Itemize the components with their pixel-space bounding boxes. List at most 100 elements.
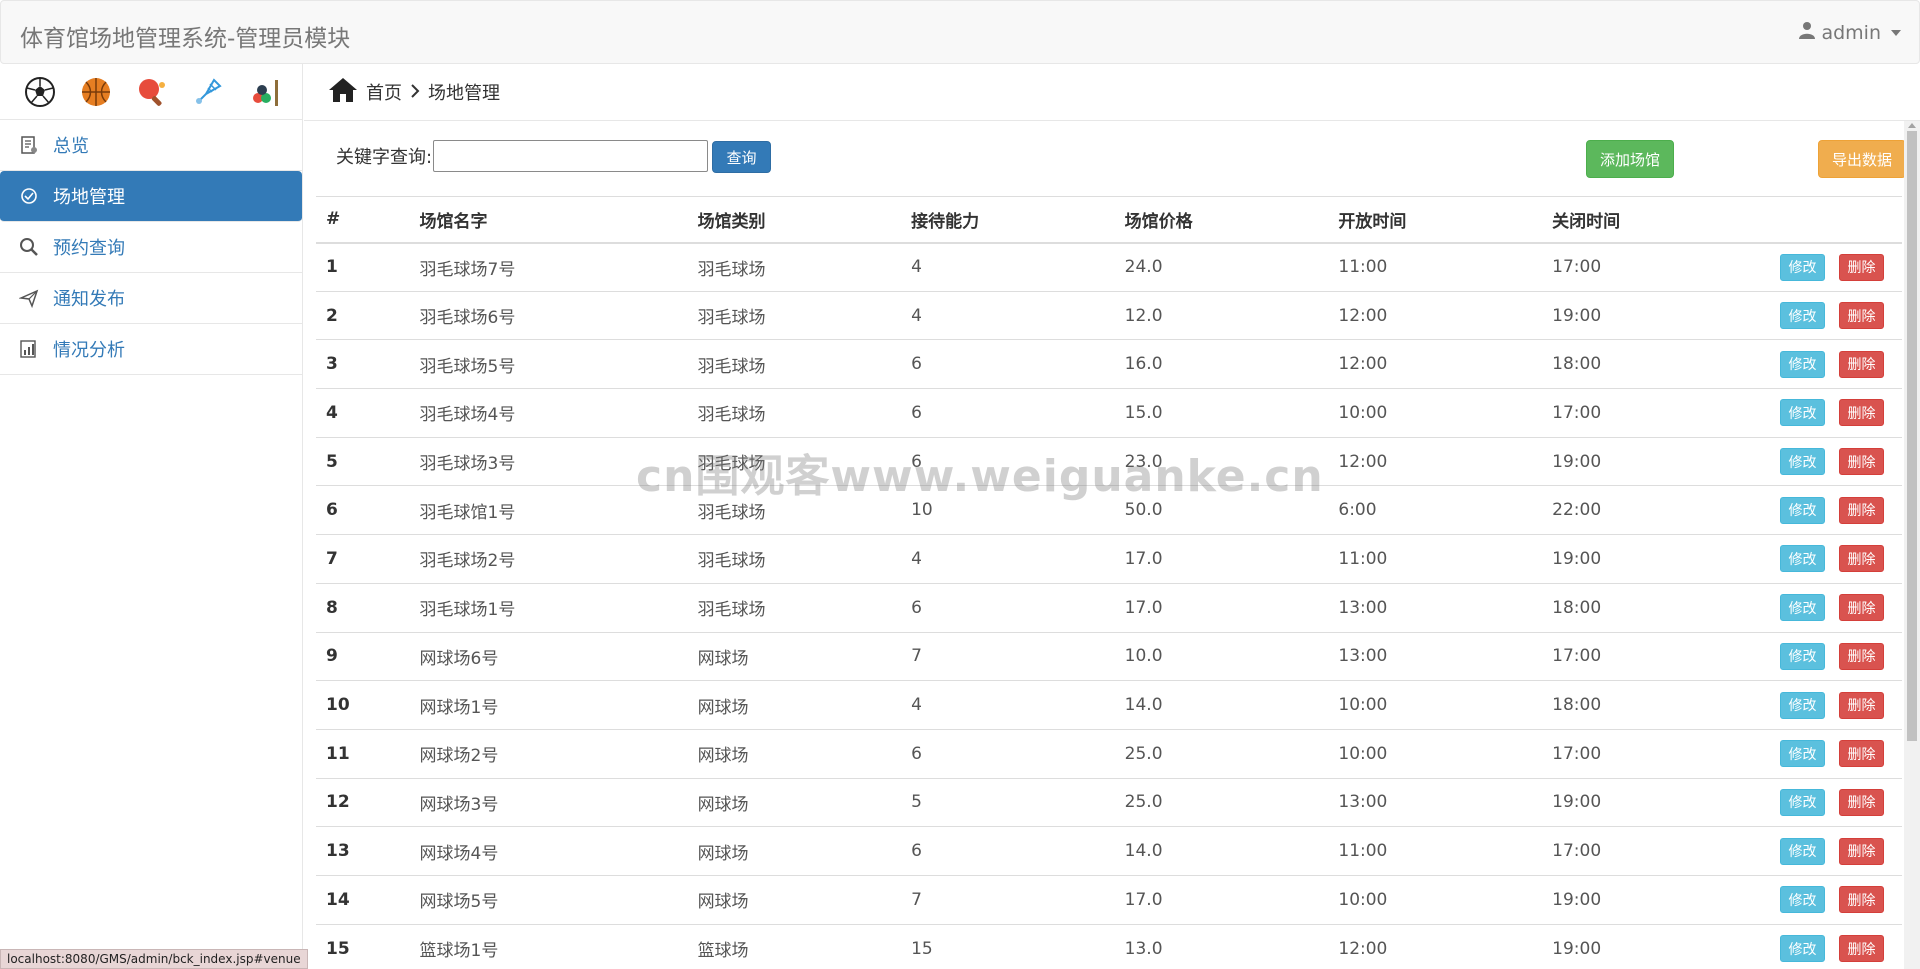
row-open-time: 10:00 (1328, 874, 1543, 925)
edit-button[interactable]: 修改 (1780, 399, 1825, 427)
row-actions: 修改 删除 (1756, 631, 1902, 681)
delete-button[interactable]: 删除 (1839, 837, 1884, 865)
delete-button[interactable]: 删除 (1839, 302, 1884, 330)
row-venue-name: 网球场4号 (409, 826, 688, 876)
edit-button[interactable]: 修改 (1780, 691, 1825, 719)
sidebar-menu: 总览 场地管理 预约查询 通知发布 情况分析 (0, 120, 302, 375)
row-close-time: 22:00 (1542, 485, 1756, 535)
delete-button[interactable]: 删除 (1839, 886, 1884, 914)
row-capacity: 7 (901, 631, 1115, 681)
soccer-ball-icon[interactable] (23, 75, 57, 109)
home-icon[interactable] (328, 77, 358, 108)
row-venue-type: 网球场 (687, 826, 902, 876)
search-button[interactable]: 查询 (712, 141, 771, 173)
sidebar-item-label: 总览 (53, 136, 89, 157)
keyword-input[interactable] (433, 140, 708, 172)
row-price: 23.0 (1114, 436, 1329, 486)
sidebar-item-booking-query[interactable]: 预约查询 (0, 222, 302, 273)
add-venue-button[interactable]: 添加场馆 (1586, 140, 1674, 178)
sidebar-item-venue-management[interactable]: 场地管理 (0, 171, 302, 222)
row-venue-name: 羽毛球场4号 (409, 388, 688, 438)
row-capacity: 7 (901, 874, 1115, 925)
row-venue-type: 羽毛球场 (687, 290, 902, 340)
row-actions: 修改 删除 (1756, 242, 1902, 292)
row-venue-name: 网球场3号 (409, 777, 688, 827)
row-capacity: 6 (901, 728, 1115, 779)
header-venue-type: 场馆类别 (687, 196, 902, 244)
table-row: 7 羽毛球场2号 羽毛球场 4 17.0 11:00 19:00 修改 删除 (316, 534, 1902, 584)
row-open-time: 13:00 (1328, 582, 1543, 632)
row-index: 4 (316, 388, 410, 438)
edit-button[interactable]: 修改 (1780, 642, 1825, 670)
delete-button[interactable]: 删除 (1839, 253, 1884, 281)
row-venue-type: 羽毛球场 (687, 242, 902, 292)
sidebar-item-label: 场地管理 (53, 187, 125, 208)
row-venue-name: 羽毛球场3号 (409, 436, 688, 486)
page-scrollbar[interactable] (1904, 121, 1920, 969)
edit-button[interactable]: 修改 (1780, 448, 1825, 476)
scroll-up-arrow-icon[interactable] (1908, 123, 1916, 128)
sidebar-item-overview[interactable]: 总览 (0, 120, 302, 171)
row-capacity: 4 (901, 242, 1115, 292)
row-capacity: 5 (901, 777, 1115, 827)
breadcrumb-home[interactable]: 首页 (366, 79, 402, 105)
edit-button[interactable]: 修改 (1780, 302, 1825, 330)
edit-button[interactable]: 修改 (1780, 496, 1825, 524)
row-open-time: 12:00 (1328, 436, 1543, 486)
delete-button[interactable]: 删除 (1839, 691, 1884, 719)
delete-button[interactable]: 删除 (1839, 448, 1884, 476)
delete-button[interactable]: 删除 (1839, 788, 1884, 816)
edit-button[interactable]: 修改 (1780, 935, 1825, 963)
delete-button[interactable]: 删除 (1839, 350, 1884, 378)
edit-button[interactable]: 修改 (1780, 837, 1825, 865)
edit-button[interactable]: 修改 (1780, 350, 1825, 378)
table-row: 9 网球场6号 网球场 7 10.0 13:00 17:00 修改 删除 (316, 631, 1902, 681)
row-venue-name: 网球场1号 (409, 680, 688, 730)
sidebar-item-analysis[interactable]: 情况分析 (0, 324, 302, 375)
row-close-time: 19:00 (1542, 436, 1756, 486)
delete-button[interactable]: 删除 (1839, 594, 1884, 622)
sidebar-item-label: 预约查询 (53, 238, 125, 259)
scroll-thumb[interactable] (1907, 131, 1917, 741)
delete-button[interactable]: 删除 (1839, 399, 1884, 427)
sidebar-item-notice[interactable]: 通知发布 (0, 273, 302, 324)
delete-button[interactable]: 删除 (1839, 935, 1884, 963)
ping-pong-icon[interactable] (135, 75, 169, 109)
venue-icon (18, 185, 40, 207)
edit-button[interactable]: 修改 (1780, 253, 1825, 281)
delete-button[interactable]: 删除 (1839, 740, 1884, 768)
browser-status-url: localhost:8080/GMS/admin/bck_index.jsp#v… (0, 949, 308, 969)
edit-button[interactable]: 修改 (1780, 886, 1825, 914)
row-close-time: 18:00 (1542, 582, 1756, 632)
delete-button[interactable]: 删除 (1839, 642, 1884, 670)
app-title[interactable]: 体育馆场地管理系统-管理员模块 (20, 19, 350, 53)
row-close-time: 17:00 (1542, 728, 1756, 779)
header-close-time: 关闭时间 (1542, 196, 1756, 244)
edit-button[interactable]: 修改 (1780, 594, 1825, 622)
export-data-button[interactable]: 导出数据 (1818, 140, 1906, 178)
row-venue-type: 网球场 (687, 728, 902, 779)
table-row: 1 羽毛球场7号 羽毛球场 4 24.0 11:00 17:00 修改 删除 (316, 242, 1902, 292)
edit-button[interactable]: 修改 (1780, 788, 1825, 816)
row-venue-name: 篮球场1号 (409, 923, 688, 969)
caret-down-icon (1891, 29, 1901, 36)
delete-button[interactable]: 删除 (1839, 496, 1884, 524)
row-open-time: 12:00 (1328, 339, 1543, 389)
row-close-time: 17:00 (1542, 631, 1756, 681)
venue-table-container: # 场馆名字 场馆类别 接待能力 场馆价格 开放时间 关闭时间 1 羽毛球场7号羽… (316, 196, 1902, 969)
billiards-icon[interactable] (247, 75, 281, 109)
row-price: 25.0 (1114, 728, 1329, 779)
basketball-icon[interactable] (79, 75, 113, 109)
edit-button[interactable]: 修改 (1780, 740, 1825, 768)
table-body: 1 羽毛球场7号 羽毛球场 4 24.0 11:00 17:00 修改 删除 2 羽毛球场6号 羽毛球… (316, 242, 1902, 969)
edit-button[interactable]: 修改 (1780, 545, 1825, 573)
delete-button[interactable]: 删除 (1839, 545, 1884, 573)
row-venue-name: 网球场2号 (409, 728, 688, 779)
sport-icon-bar (0, 64, 302, 120)
table-row: 15 篮球场1号 篮球场 15 13.0 12:00 19:00 修改 删除 (316, 923, 1902, 969)
row-price: 50.0 (1114, 485, 1329, 535)
user-dropdown[interactable]: admin (1799, 21, 1901, 44)
search-icon (18, 236, 40, 258)
badminton-icon[interactable] (191, 75, 225, 109)
row-actions: 修改 删除 (1756, 680, 1902, 730)
